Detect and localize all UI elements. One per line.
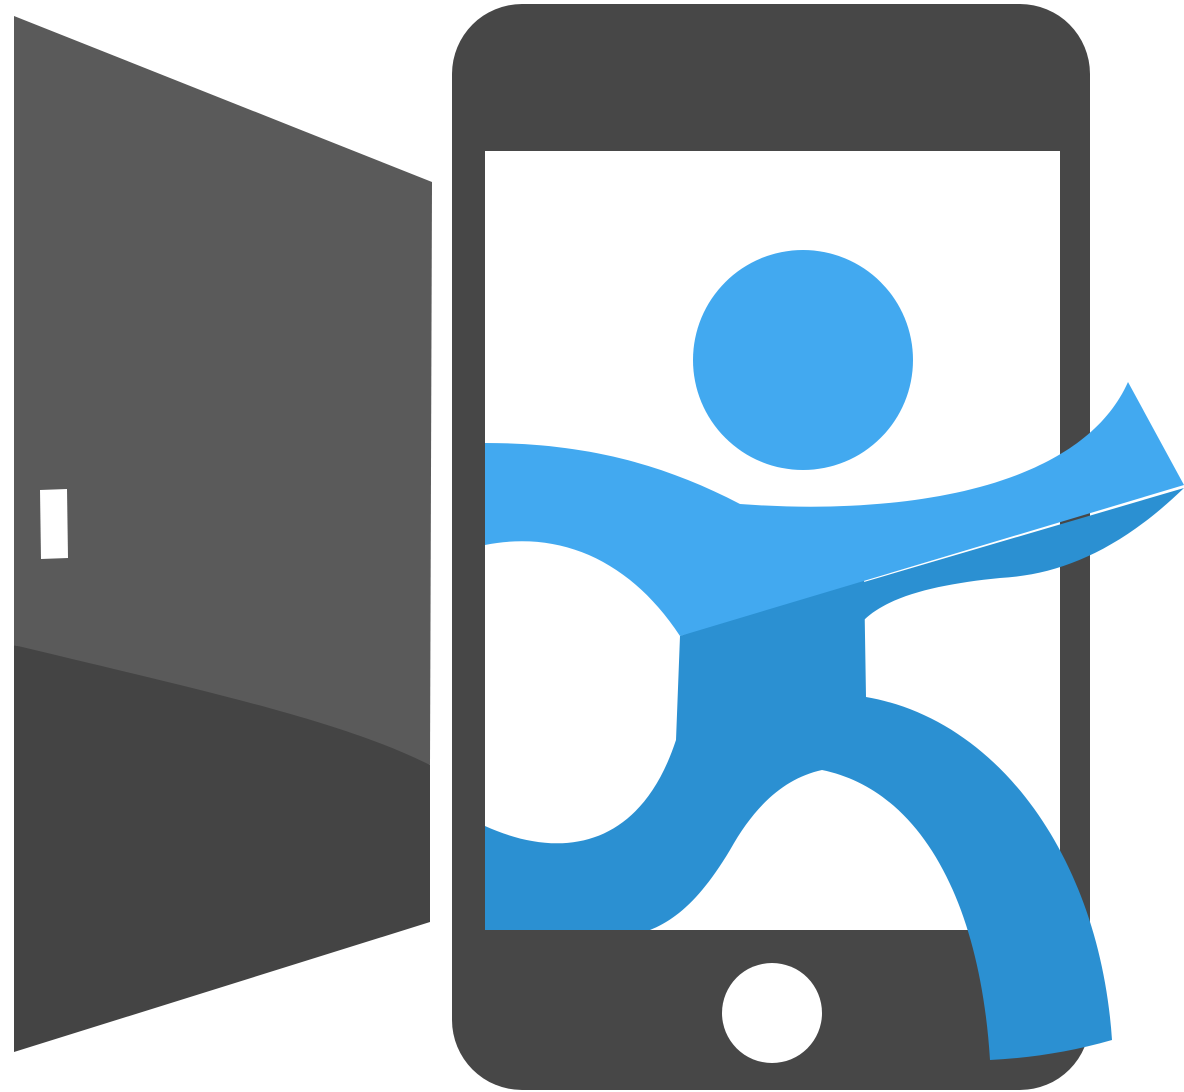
person-head xyxy=(693,250,913,470)
home-button-icon xyxy=(722,963,822,1063)
door-and-phone-runner-logo xyxy=(14,4,1184,1090)
open-door-icon xyxy=(14,16,432,1052)
logo-canvas xyxy=(0,0,1184,1092)
door-upper-panel xyxy=(14,16,432,765)
door-handle xyxy=(40,489,68,559)
